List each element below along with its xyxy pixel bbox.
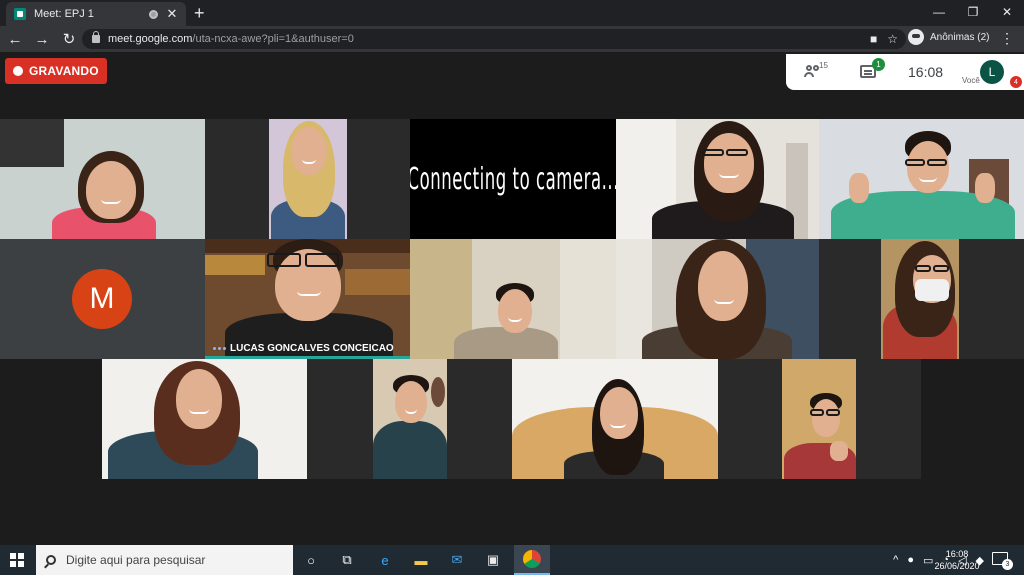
browser-tab-bar: Meet: EPJ 1 ✕ + — ❐ ✕ bbox=[0, 0, 1024, 26]
profile-label: Anônimas (2) bbox=[930, 31, 990, 43]
camera-icon[interactable]: ■ bbox=[870, 32, 877, 46]
people-icon[interactable] bbox=[804, 65, 820, 77]
participant-tile[interactable] bbox=[616, 119, 819, 239]
participant-tile[interactable] bbox=[718, 359, 921, 479]
participant-tile[interactable] bbox=[205, 119, 410, 239]
connecting-message: Connecting to camera... bbox=[410, 161, 616, 197]
tab-meet[interactable]: Meet: EPJ 1 ✕ bbox=[6, 2, 186, 26]
you-label: Você bbox=[962, 76, 980, 85]
file-explorer-icon[interactable]: ▬ bbox=[412, 551, 430, 569]
meet-favicon-icon bbox=[14, 8, 26, 20]
people-count: 15 bbox=[819, 61, 828, 70]
recording-badge: GRAVANDO bbox=[5, 58, 107, 84]
reload-button[interactable]: ↻ bbox=[57, 30, 81, 48]
participant-tile[interactable] bbox=[102, 359, 307, 479]
edge-icon[interactable]: e bbox=[376, 551, 394, 569]
url-path: /uta-ncxa-awe?pli=1&authuser=0 bbox=[192, 33, 354, 45]
chrome-taskbar-button[interactable] bbox=[514, 545, 550, 575]
browser-menu-icon[interactable]: ⋮ bbox=[1000, 30, 1014, 47]
speaker-name-tag: LUCAS GONCALVES CONCEICAO bbox=[213, 343, 394, 354]
profile-button[interactable]: Anônimas (2) bbox=[908, 29, 989, 45]
speaking-indicator-icon bbox=[213, 347, 226, 350]
recording-label: GRAVANDO bbox=[29, 64, 99, 78]
back-button[interactable]: ← bbox=[3, 31, 27, 48]
taskbar-clock[interactable]: 16:08 26/06/2020 bbox=[934, 548, 980, 572]
minimize-button[interactable]: — bbox=[922, 0, 956, 24]
security-icon[interactable]: ● bbox=[907, 554, 914, 566]
tab-close-icon[interactable]: ✕ bbox=[166, 6, 178, 22]
cortana-icon[interactable]: ○ bbox=[302, 551, 320, 569]
participant-tile[interactable] bbox=[819, 239, 1024, 359]
search-placeholder: Digite aqui para pesquisar bbox=[66, 553, 206, 567]
meet-info-bar: 15 1 16:08 Você L 4 bbox=[786, 54, 1024, 90]
search-icon bbox=[46, 555, 56, 565]
incognito-icon bbox=[908, 29, 924, 45]
window-controls: — ❐ ✕ bbox=[922, 0, 1024, 24]
store-icon[interactable]: ▣ bbox=[484, 551, 502, 569]
participant-tile-connecting[interactable]: Connecting to camera... bbox=[410, 119, 616, 239]
forward-button[interactable]: → bbox=[30, 31, 54, 48]
notification-count: 3 bbox=[1002, 559, 1013, 570]
participant-avatar: M bbox=[72, 269, 132, 329]
participant-tile[interactable] bbox=[307, 359, 512, 479]
lock-icon bbox=[92, 31, 100, 43]
maximize-button[interactable]: ❐ bbox=[956, 0, 990, 24]
new-tab-button[interactable]: + bbox=[194, 3, 212, 24]
meeting-clock: 16:08 bbox=[908, 64, 944, 80]
url-host: meet.google.com bbox=[108, 33, 193, 45]
taskbar-search-box[interactable]: Digite aqui para pesquisar bbox=[36, 545, 293, 575]
address-bar-icons: ■ ☆ bbox=[870, 32, 898, 46]
chrome-icon bbox=[523, 550, 541, 568]
clock-date: 26/06/2020 bbox=[934, 561, 980, 571]
tab-recording-icon bbox=[149, 9, 158, 19]
record-dot-icon bbox=[13, 66, 23, 76]
task-view-icon[interactable]: ⧉ bbox=[338, 551, 356, 569]
close-window-button[interactable]: ✕ bbox=[990, 0, 1024, 24]
speaker-name: LUCAS GONCALVES CONCEICAO bbox=[230, 343, 394, 354]
notification-badge: 4 bbox=[1010, 76, 1022, 88]
meet-stage: GRAVANDO 15 1 16:08 Você L 4 Connecting … bbox=[0, 52, 1024, 545]
clock-time: 16:08 bbox=[945, 549, 969, 559]
battery-icon[interactable]: ▭ bbox=[923, 554, 933, 567]
participant-tile[interactable] bbox=[512, 359, 718, 479]
participant-tile-speaking[interactable]: LUCAS GONCALVES CONCEICAO bbox=[205, 239, 410, 359]
participant-tile[interactable] bbox=[0, 119, 205, 239]
chat-badge: 1 bbox=[872, 58, 885, 71]
participant-tile[interactable] bbox=[410, 239, 616, 359]
participant-tile-avatar[interactable]: M bbox=[0, 239, 205, 359]
windows-taskbar: Digite aqui para pesquisar ○ ⧉ e ▬ ✉ ▣ ^… bbox=[0, 545, 1024, 575]
tab-title: Meet: EPJ 1 bbox=[34, 8, 94, 20]
participant-tile[interactable] bbox=[616, 239, 819, 359]
participant-tile[interactable] bbox=[819, 119, 1024, 239]
address-bar[interactable]: meet.google.com /uta-ncxa-awe?pli=1&auth… bbox=[82, 29, 906, 49]
star-icon[interactable]: ☆ bbox=[887, 32, 898, 46]
mail-icon[interactable]: ✉ bbox=[448, 551, 466, 569]
browser-toolbar: ← → ↻ meet.google.com /uta-ncxa-awe?pli=… bbox=[0, 26, 1024, 52]
windows-start-icon[interactable] bbox=[10, 553, 24, 567]
tray-overflow-icon[interactable]: ^ bbox=[893, 554, 898, 566]
self-avatar[interactable]: L bbox=[980, 60, 1004, 84]
